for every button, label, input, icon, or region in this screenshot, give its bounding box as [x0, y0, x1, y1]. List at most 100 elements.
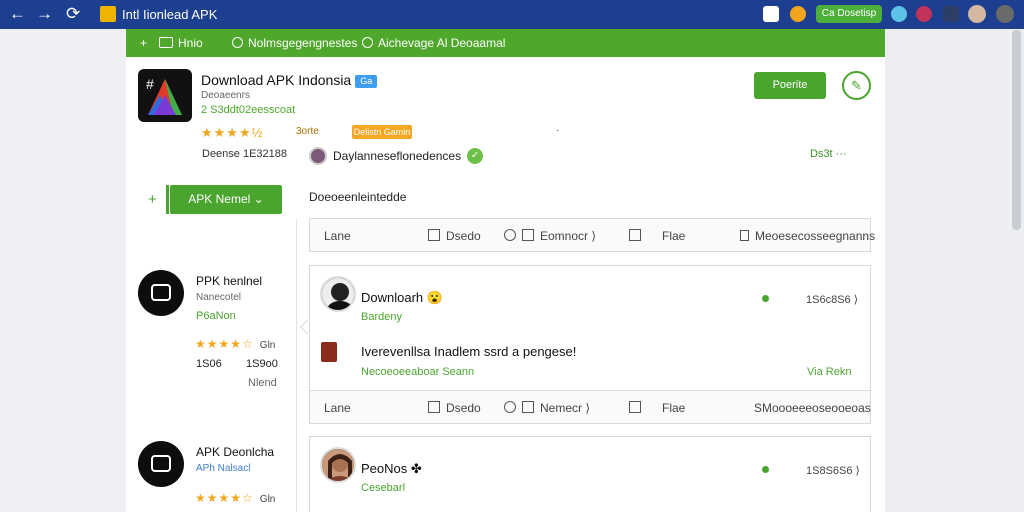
page: + Hnio Nolmsgegengnestes Aichevage Al De… [126, 29, 885, 512]
like-button[interactable]: Lane [324, 229, 351, 243]
related-app-card[interactable]: PPK henlnel Nanecotel P6aNon ★★★★☆ Gln 1S… [138, 270, 288, 390]
nav-back-icon[interactable]: + [140, 36, 147, 50]
check-icon [629, 401, 641, 413]
edit-small-icon [740, 230, 749, 241]
thumbs-button[interactable]: Dsedo [428, 401, 481, 415]
shield-icon[interactable] [763, 6, 779, 22]
developer-line[interactable]: Daylanneseflonedences ✓ [309, 145, 484, 167]
nav-item-3-label: Aichevage Al Deoaamal [378, 36, 506, 50]
related-app-card[interactable]: APK Deonlcha APh Nalsacl ★★★★☆ Gln [138, 441, 288, 511]
nav-item-2-label: Nolmsgegengnestes [248, 36, 358, 50]
install-button[interactable]: Poerite [754, 72, 826, 99]
app-size: 2 S3ddt02eesscoat [201, 104, 296, 116]
post-count[interactable]: 1S6c8S6 ⟩ [806, 293, 858, 306]
post-body: Iverevenllsa Inadlem ssrd a pengese! [361, 344, 577, 359]
app-tag: Delistn Gamin [352, 125, 412, 139]
account-avatar[interactable] [996, 5, 1014, 23]
flag-button[interactable]: Flae [662, 229, 685, 243]
post-count[interactable]: 1S8S6S6 ⟩ [806, 464, 860, 477]
related-app-name: APK Deonlcha [196, 445, 275, 459]
app-badge: Ga [355, 75, 378, 88]
nav-item-2[interactable]: Nolmsgegengnestes [232, 36, 357, 50]
reply-icon [522, 401, 534, 413]
extension-icon[interactable] [916, 6, 932, 22]
thumbs-label: Dsedo [446, 229, 481, 243]
nav-home[interactable]: Hnio [159, 36, 203, 50]
action-row: Lane Dsedo Eomnocr ⟩ Flae Meoesecosseegn… [309, 218, 875, 252]
stars-glyphs: ★★★★☆ [195, 491, 254, 505]
thumbs-icon [428, 229, 440, 241]
flag-button[interactable]: Flae [662, 401, 685, 415]
app-logo: # [138, 69, 192, 122]
more-label: Meoesecosseegnanns [755, 229, 876, 243]
post-author[interactable]: PeoNos ✤ [361, 461, 422, 477]
post-tag[interactable]: Necoeoeeaboar Seann [361, 366, 474, 378]
comment-icon [504, 401, 516, 413]
favicon-icon [100, 6, 116, 22]
reload-icon[interactable]: ⟳ [66, 5, 80, 23]
back-icon[interactable]: ← [9, 5, 26, 23]
post-via[interactable]: Via Rekn [807, 366, 851, 378]
dealer-link[interactable]: Ds3t ··· [810, 148, 847, 160]
site-nav: + Hnio Nolmsgegengnestes Aichevage Al De… [126, 29, 885, 57]
share-button[interactable] [629, 229, 647, 243]
description-title: Doeoeenleintedde [309, 190, 407, 204]
share-button[interactable] [629, 401, 647, 415]
post-author[interactable]: Downloarh 😮 [361, 290, 443, 306]
post-card: PeoNos ✤ Cesebarl 1S8S6S6 ⟩ [309, 436, 871, 512]
related-app-sub: Nanecotel [196, 292, 242, 303]
tab-title[interactable]: Intl Iionlead APK [122, 7, 217, 22]
puzzle-icon[interactable] [943, 6, 959, 22]
edit-icon[interactable]: ✎ [842, 71, 871, 100]
app-icon [138, 270, 184, 316]
thumbs-label: Dsedo [446, 401, 481, 415]
nav-item-3[interactable]: Aichevage Al Deoaamal [362, 36, 505, 50]
profile-avatar[interactable] [968, 5, 986, 23]
app-title: Download APK Indonsia Ga [201, 72, 378, 88]
apk-dropdown-button[interactable]: APK Nemel ⌄ [166, 185, 282, 214]
app-developer[interactable]: Deoaeenrs [201, 90, 250, 101]
app-title-text: Download APK Indonsia [201, 72, 352, 88]
related-app-meta3: Nlend [248, 377, 277, 389]
comment-button[interactable]: Eomnocr ⟩ [504, 229, 596, 243]
stars-note: Gln [259, 494, 276, 505]
stars-glyphs: ★★★★☆ [195, 337, 254, 351]
post-subtitle: Cesebarl [361, 482, 406, 494]
divider [296, 219, 297, 512]
comment-button[interactable]: Nemecr ⟩ [504, 401, 590, 415]
online-dot [762, 466, 769, 473]
forward-icon[interactable]: → [36, 5, 53, 23]
browser-toolbar: ← → ⟳ Intl Iionlead APK Ca Dosetisp [0, 0, 1024, 29]
post-subtitle: Bardeny [361, 311, 402, 323]
comment-label: Nemecr ⟩ [540, 401, 591, 415]
related-app-stars: ★★★★☆ Gln [195, 337, 275, 351]
related-app-size: P6aNon [196, 310, 236, 322]
app-rating-note: 3orte [296, 126, 319, 137]
comment-label: Eomnocr ⟩ [540, 229, 597, 243]
more-button[interactable]: Meoesecosseegnanns [740, 229, 875, 243]
nav-home-label: Hnio [178, 36, 203, 50]
scrollbar[interactable] [1012, 30, 1021, 230]
clock-icon [232, 37, 243, 48]
like-button[interactable]: Lane [324, 401, 351, 415]
reply-icon [522, 229, 534, 241]
sync-icon[interactable] [891, 6, 907, 22]
right-gutter [886, 29, 1024, 512]
check-icon [629, 229, 641, 241]
account-pill-button[interactable]: Ca Dosetisp [816, 5, 882, 23]
action-row: Lane Dsedo Nemecr ⟩ Flae SMoooeeeoseooeo… [309, 390, 871, 424]
related-app-name: PPK henlnel [196, 274, 263, 288]
post-avatar[interactable] [320, 447, 356, 483]
more-button[interactable]: SMoooeeeoseooeoas [754, 401, 871, 415]
add-icon[interactable]: + [148, 191, 157, 208]
related-app-meta1: 1S06 [196, 358, 222, 370]
post-avatar[interactable] [320, 276, 356, 312]
post-card: Downloarh 😮 Bardeny 1S6c8S6 ⟩ Iverevenll… [309, 265, 871, 391]
coin-icon[interactable] [790, 6, 806, 22]
stars-note: Gln [259, 340, 276, 351]
developer-name: Daylanneseflonedences [333, 149, 462, 163]
thumbs-button[interactable]: Dsedo [428, 229, 481, 243]
svg-text:#: # [146, 76, 154, 92]
developer-avatar [309, 147, 327, 165]
app-small-icon [321, 342, 337, 362]
